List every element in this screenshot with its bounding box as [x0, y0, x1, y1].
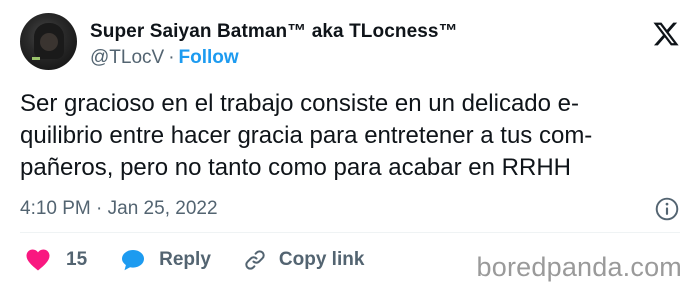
tweet-meta: 4:10 PM · Jan 25, 2022	[20, 196, 680, 224]
watermark: boredpanda.com	[476, 252, 682, 282]
heart-icon	[26, 249, 50, 271]
tweet-text: Ser gracioso en el trabajo consiste en u…	[20, 88, 685, 184]
follow-button[interactable]: Follow	[179, 47, 239, 68]
link-icon	[245, 250, 265, 270]
x-logo-icon[interactable]	[652, 20, 680, 48]
avatar-mark	[32, 57, 40, 60]
tweet-line: Ser gracioso en el trabajo consiste en u…	[20, 90, 580, 117]
copy-link-label: Copy link	[278, 249, 365, 270]
avatar-face	[40, 33, 58, 51]
tweet-header: Super Saiyan Batman™ aka TLocness™ @TLoc…	[20, 10, 680, 74]
author-display-name[interactable]: Super Saiyan Batman™ aka TLocness™	[90, 20, 458, 44]
like-button[interactable]: 15	[26, 249, 87, 271]
reply-label: Reply	[159, 249, 211, 270]
author-handle[interactable]: @TLocV	[90, 47, 164, 68]
avatar[interactable]	[20, 13, 77, 70]
action-bar: 15 Reply Copy link	[20, 244, 364, 276]
copy-link-button[interactable]: Copy link	[243, 248, 365, 272]
tweet-line: pañeros, pero no tanto como para acabar …	[20, 154, 571, 181]
divider	[20, 232, 680, 233]
speech-bubble-icon	[122, 250, 145, 271]
timestamp[interactable]: 4:10 PM · Jan 25, 2022	[20, 198, 218, 220]
info-icon[interactable]	[654, 196, 680, 222]
reply-button[interactable]: Reply	[121, 249, 211, 271]
handle-line: @TLocV · Follow	[90, 45, 458, 71]
author-block: Super Saiyan Batman™ aka TLocness™ @TLoc…	[90, 20, 458, 71]
tweet-line: quilibrio entre hacer gracia para entret…	[20, 122, 593, 149]
like-count: 15	[66, 249, 88, 270]
handle-separator: ·	[168, 47, 175, 68]
